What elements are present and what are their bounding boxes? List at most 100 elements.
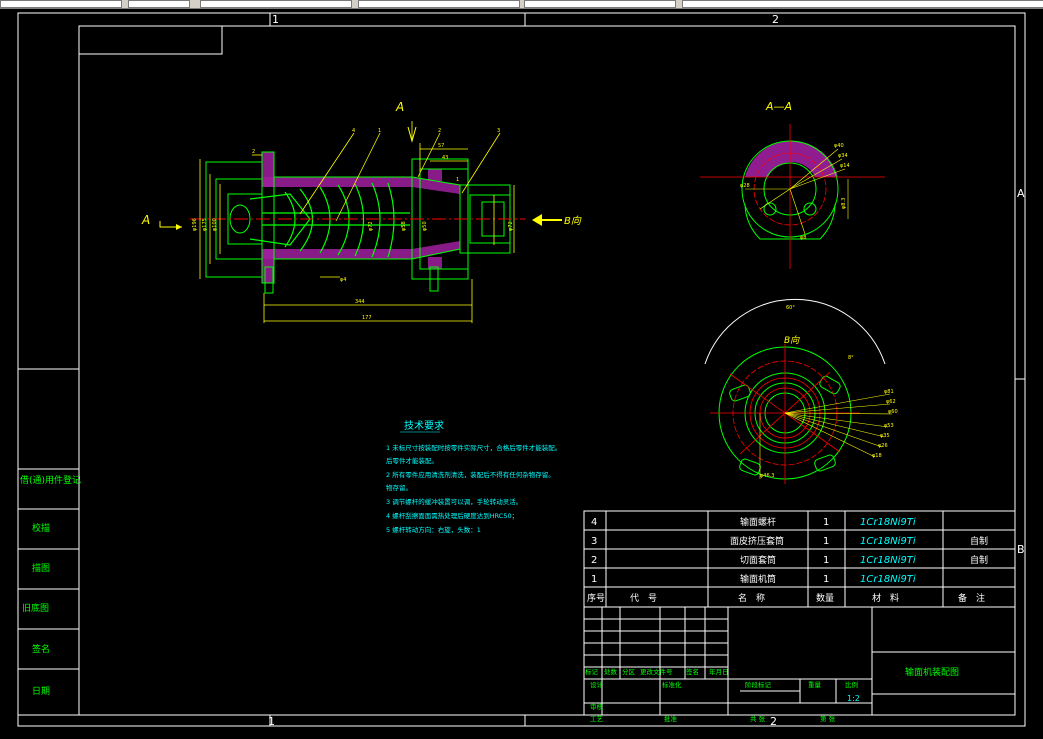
title-block: 标记 处数 分区 更改文件号 签名 年月日 设计 标准化 阶段标记 重量 比例 … bbox=[583, 606, 1016, 723]
zone-label: 1 bbox=[272, 13, 279, 26]
bom-no: 2 bbox=[591, 555, 597, 566]
svg-text:φ53: φ53 bbox=[884, 423, 894, 429]
svg-text:φ196: φ196 bbox=[192, 218, 198, 231]
scale-value: 1:2 bbox=[847, 694, 860, 703]
bom-qty: 1 bbox=[823, 555, 829, 566]
tech-item: 后零件才能装配。 bbox=[386, 456, 438, 465]
title-label: 标准化 bbox=[662, 680, 682, 689]
bom-material: 1Cr18Ni9Ti bbox=[860, 517, 916, 528]
cad-drawing-canvas[interactable]: 1 2 1 2 A B 借(通)用件登记 校描 描图 旧底图 签名 日期 φ19… bbox=[0, 9, 1043, 739]
view-title: B向 bbox=[784, 335, 800, 346]
title-label: 更改文件号 bbox=[640, 667, 673, 676]
title-label: 签名 bbox=[686, 667, 699, 676]
b-centerlines bbox=[710, 344, 860, 484]
flange-hatch bbox=[262, 249, 274, 283]
tech-title: 技术要求 bbox=[404, 419, 444, 432]
toolbar-combo[interactable] bbox=[358, 0, 520, 8]
title-label: 比例 bbox=[845, 680, 858, 689]
bom-name: 输面螺杆 bbox=[740, 516, 776, 528]
bom-qty: 1 bbox=[823, 517, 829, 528]
svg-text:3: 3 bbox=[497, 128, 500, 134]
tech-item: 3 调节螺杆的缓冲装置可以调，手轮转动灵活。 bbox=[386, 497, 522, 506]
title-label: 阶段标记 bbox=[745, 680, 772, 689]
tech-item: 4 螺杆刮擦面面需热处理后硬度达到HRC50； bbox=[386, 511, 518, 520]
title-label: 工艺 bbox=[590, 715, 604, 723]
section-outline bbox=[205, 151, 511, 294]
strip-label: 日期 bbox=[32, 686, 50, 697]
svg-text:φ8.3: φ8.3 bbox=[841, 198, 847, 209]
toolbar-combo[interactable] bbox=[0, 0, 122, 8]
bom-header-code: 代 号 bbox=[630, 593, 657, 604]
section-mark: A bbox=[141, 213, 150, 227]
bom-name: 面皮挤压套筒 bbox=[730, 535, 784, 547]
view-arrow-label: B向 bbox=[564, 215, 582, 227]
title-label: 分区 bbox=[622, 667, 636, 676]
bom-header-material: 材 料 bbox=[872, 592, 899, 604]
bom-material: 1Cr18Ni9Ti bbox=[860, 555, 916, 566]
bom-qty: 1 bbox=[823, 574, 829, 585]
drawing-frame bbox=[17, 12, 1026, 727]
svg-text:177: 177 bbox=[362, 315, 372, 321]
svg-text:φ34: φ34 bbox=[838, 153, 848, 159]
title-label: 审核 bbox=[590, 702, 604, 711]
bom-header-name: 名 称 bbox=[738, 592, 765, 604]
section-aa-view[interactable]: A—A φ40 φ34 φ14 φ28 φ8 φ8.3 bbox=[700, 100, 885, 269]
svg-text:φ175: φ175 bbox=[202, 218, 208, 231]
title-label: 处数 bbox=[604, 667, 618, 676]
b-dimension-leaders bbox=[759, 393, 893, 479]
svg-text:φ58: φ58 bbox=[401, 221, 407, 231]
svg-text:φ26: φ26 bbox=[878, 443, 888, 449]
section-mark: A bbox=[395, 100, 404, 114]
zone-label: 2 bbox=[770, 715, 777, 728]
tech-requirements: 技术要求 1 未标尺寸按装配时按零件实际尺寸，合格后零件才能装配。 后零件才能装… bbox=[386, 419, 561, 534]
toolbar-combo[interactable] bbox=[524, 0, 676, 8]
bom-table: 4 输面螺杆 1 1Cr18Ni9Ti 3 面皮挤压套筒 1 1Cr18Ni9T… bbox=[583, 510, 1016, 608]
title-label: 标记 bbox=[585, 667, 599, 676]
bom-material: 1Cr18Ni9Ti bbox=[860, 574, 916, 585]
svg-text:φ72: φ72 bbox=[368, 221, 374, 231]
svg-text:344: 344 bbox=[355, 299, 365, 305]
tech-item: 1 未标尺寸按装配时按零件实际尺寸，合格后零件才能装配。 bbox=[386, 443, 561, 452]
title-label: 年月日 bbox=[709, 667, 729, 676]
tech-item: 2 所有零件应用清洗剂清洗，装配后不得有任何杂物存留。 bbox=[386, 470, 555, 479]
svg-text:φ35: φ35 bbox=[880, 433, 890, 439]
svg-text:φ8: φ8 bbox=[800, 235, 806, 241]
b-view[interactable]: B向 60° 8° φ81 φ62 φ60 φ53 φ35 φ26 φ18 φ4… bbox=[704, 298, 898, 484]
tech-item: 5 螺杆转动方向：右旋，头数：1 bbox=[386, 525, 481, 534]
main-section-view[interactable]: φ196 φ175 φ100 344 177 57 43 φ72 φ58 φ50… bbox=[141, 100, 582, 323]
svg-text:1: 1 bbox=[378, 128, 381, 134]
bom-no: 1 bbox=[591, 574, 597, 585]
bom-header-qty: 数量 bbox=[816, 592, 834, 604]
svg-text:φ14: φ14 bbox=[840, 163, 850, 169]
zone-label: A bbox=[1017, 187, 1025, 200]
view-arrow bbox=[532, 214, 542, 226]
bom-header-no: 序号 bbox=[587, 592, 605, 604]
toolbar-combo[interactable] bbox=[682, 0, 1043, 8]
svg-text:φ4: φ4 bbox=[340, 277, 346, 283]
drawing-name: 输面机装配图 bbox=[905, 666, 959, 678]
view-title: A—A bbox=[765, 100, 792, 113]
svg-text:φ18: φ18 bbox=[872, 453, 882, 459]
svg-text:φ40: φ40 bbox=[834, 143, 844, 149]
bom-name: 输面机筒 bbox=[740, 573, 776, 585]
bom-note: 自制 bbox=[970, 535, 988, 547]
left-strip-labels: 借(通)用件登记 校描 描图 旧底图 签名 日期 bbox=[20, 474, 81, 697]
svg-text:43: 43 bbox=[442, 155, 448, 161]
section-hatch bbox=[745, 140, 838, 177]
strip-label: 签名 bbox=[32, 643, 50, 655]
title-label: 重量 bbox=[808, 681, 822, 689]
dimension-lines bbox=[199, 121, 515, 323]
angle-value: 60° bbox=[786, 305, 795, 311]
svg-text:φ46.3: φ46.3 bbox=[760, 473, 774, 479]
svg-text:φ72: φ72 bbox=[508, 221, 514, 231]
svg-text:φ81: φ81 bbox=[884, 389, 894, 395]
zone-label: 1 bbox=[268, 715, 275, 728]
svg-text:2: 2 bbox=[252, 149, 255, 155]
section-arrow bbox=[176, 224, 182, 230]
svg-text:φ62: φ62 bbox=[886, 399, 896, 405]
svg-text:1: 1 bbox=[456, 177, 459, 183]
toolbar-combo[interactable] bbox=[200, 0, 352, 8]
title-label: 批准 bbox=[664, 714, 678, 723]
toolbar-combo[interactable] bbox=[128, 0, 190, 8]
svg-text:4: 4 bbox=[352, 128, 355, 134]
